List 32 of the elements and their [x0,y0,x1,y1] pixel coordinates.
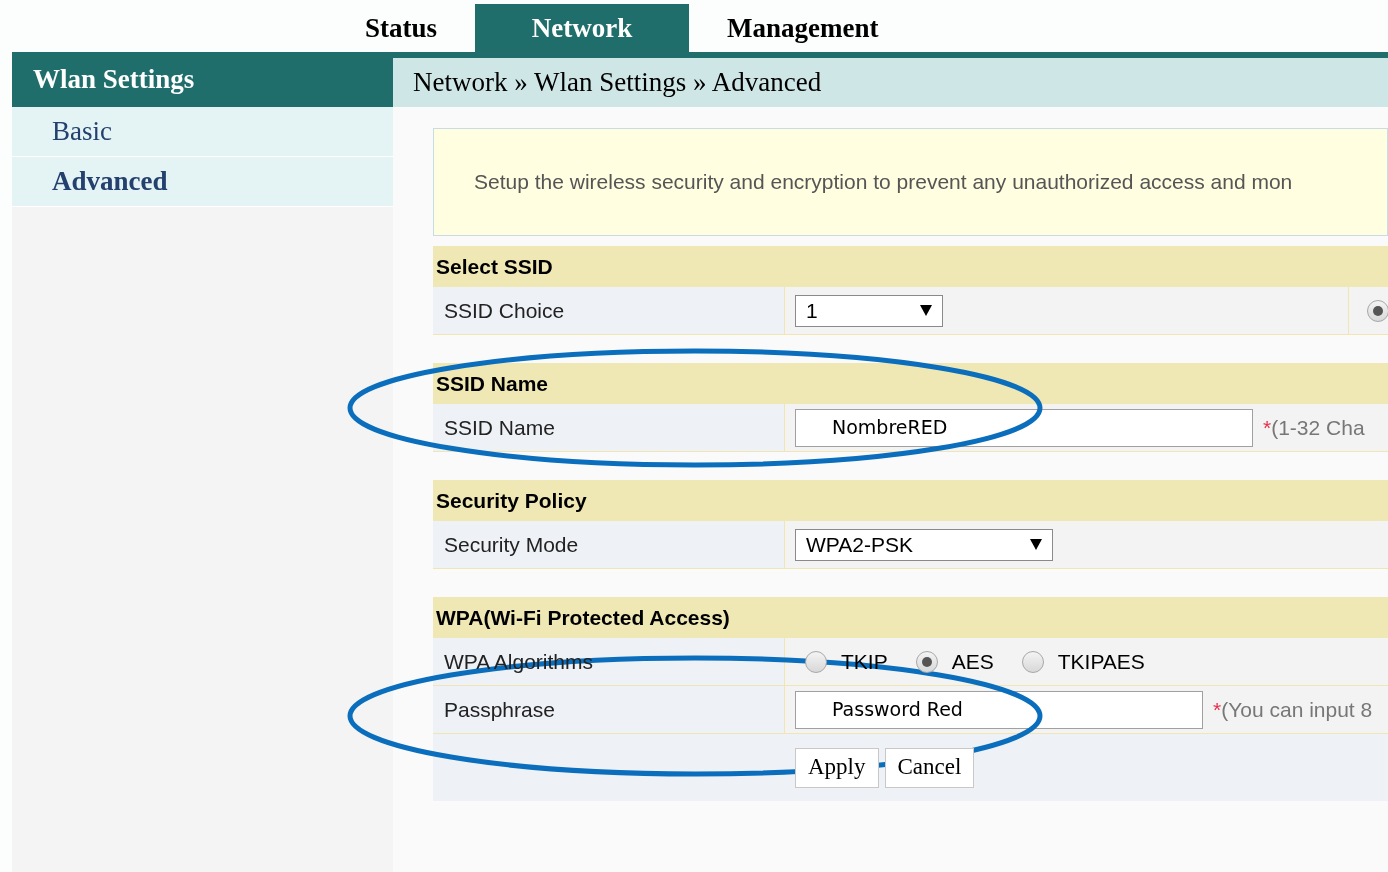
section-header: SSID Name [433,363,1388,404]
field-label: Passphrase [444,696,555,723]
caret-icon [920,305,932,316]
section-header: Select SSID [433,246,1388,287]
nav-tab[interactable]: Management [689,4,917,52]
caret-icon [1030,539,1042,550]
sidebar-item[interactable]: Basic [12,107,393,157]
radio-button[interactable] [1367,299,1388,322]
sidebar-item[interactable]: Advanced [12,157,393,207]
nav-tab[interactable]: Network [475,4,690,52]
text-input[interactable]: Password Red [795,690,1203,729]
dropdown-select[interactable]: 1 [795,294,943,327]
form-button[interactable]: Cancel [884,747,975,788]
field-label: SSID Choice [444,297,565,324]
section-header: Security Policy [433,480,1388,521]
notice-box: Setup the wireless security and encryption to prevent any unauthorized access and mon [433,128,1388,236]
nav-tab[interactable]: Status [327,4,476,52]
field-label: Security Mode [444,531,579,558]
radio-button[interactable] [915,650,938,673]
form-button[interactable]: Apply [795,747,879,788]
field-label: SSID Name [444,414,555,441]
radio-button[interactable] [1021,650,1044,673]
text-input[interactable]: NombreRED [795,408,1253,447]
radio-label: AES [951,648,994,675]
sidebar-header: Wlan Settings [12,52,393,107]
breadcrumb: Network » Wlan Settings » Advanced [393,58,1388,107]
dropdown-select[interactable]: WPA2-PSK [795,528,1053,561]
hint-text: *(You can input 8 [1213,696,1373,723]
radio-label: TKIPAES [1057,648,1145,675]
hint-text: *(1-32 Cha [1263,414,1365,441]
radio-button[interactable] [805,650,827,673]
section-header: WPA(Wi-Fi Protected Access) [433,597,1388,638]
